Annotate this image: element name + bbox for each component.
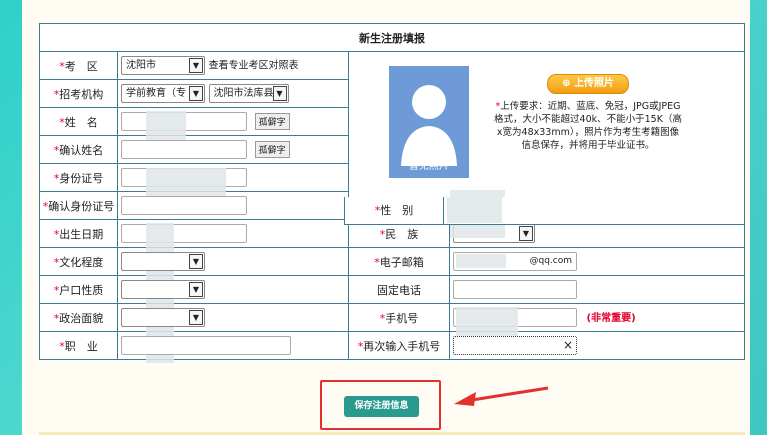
- form-title: 新生注册填报: [39, 23, 745, 52]
- institution-major-select[interactable]: 学前教育（专 ▼: [121, 84, 205, 103]
- household-label: *户口性质: [39, 275, 118, 304]
- education-label: *文化程度: [39, 247, 118, 276]
- birth-date-input[interactable]: [121, 224, 247, 243]
- photo-cell: 暂无照片 ⊕ 上传照片 *上传要求：近期、蓝底、免冠，JPG或JPEG格式，大小…: [348, 51, 745, 220]
- upload-requirements: *上传要求：近期、蓝底、免冠，JPG或JPEG格式，大小不能超过40k、不能小于…: [494, 101, 682, 151]
- exam-area-label: *考 区: [39, 51, 118, 80]
- redacted-area: [456, 254, 506, 268]
- mobile-confirm-input[interactable]: ×: [453, 336, 577, 355]
- political-label: *政治面貌: [39, 303, 118, 332]
- institution-label: *招考机构: [39, 79, 118, 108]
- political-select[interactable]: ▼: [121, 308, 205, 327]
- chevron-down-icon: ▼: [189, 254, 203, 269]
- gender-row: *性 别: [344, 197, 745, 225]
- upload-photo-button[interactable]: ⊕ 上传照片: [547, 74, 629, 94]
- clear-icon[interactable]: ×: [563, 337, 573, 354]
- occupation-label: *职 业: [39, 331, 118, 360]
- mobile-important-note: (非常重要): [586, 312, 636, 324]
- email-label: *电子邮箱: [348, 247, 450, 276]
- upload-icon: ⊕: [562, 78, 574, 89]
- exam-area-link[interactable]: 查看专业考区对照表: [209, 61, 299, 72]
- confirm-id-input[interactable]: [121, 196, 247, 215]
- mobile-label: *手机号: [348, 303, 450, 332]
- name-label: *姓 名: [39, 107, 118, 136]
- chevron-down-icon: ▼: [189, 310, 203, 325]
- chevron-down-icon: ▼: [519, 226, 533, 241]
- gender-label: *性 别: [344, 197, 444, 225]
- landline-input[interactable]: [453, 280, 577, 299]
- page-panel: 新生注册填报 *考 区 沈阳市▼ 查看专业考区对照表 暂无照片 ⊕ 上传照片: [22, 0, 750, 435]
- household-select[interactable]: ▼: [121, 280, 205, 299]
- arrow-left-icon: [454, 386, 549, 406]
- confirm-name-input[interactable]: [121, 140, 247, 159]
- occupation-input[interactable]: [121, 336, 291, 355]
- confirm-name-label: *确认姓名: [39, 135, 118, 164]
- education-select[interactable]: ▼: [121, 252, 205, 271]
- photo-preview: 暂无照片: [389, 66, 469, 178]
- registration-form: 新生注册填报 *考 区 沈阳市▼ 查看专业考区对照表 暂无照片 ⊕ 上传照片: [39, 23, 745, 363]
- redacted-area: [447, 197, 502, 223]
- save-registration-button[interactable]: 保存注册信息: [344, 396, 419, 417]
- rare-char-button[interactable]: 孤僻字: [254, 141, 290, 158]
- mobile-confirm-label: *再次输入手机号: [348, 331, 450, 360]
- chevron-down-icon: ▼: [189, 58, 203, 73]
- confirm-id-label: *确认身份证号: [39, 191, 118, 220]
- chevron-down-icon: ▼: [272, 86, 287, 101]
- chevron-down-icon: ▼: [189, 86, 203, 101]
- exam-area-select[interactable]: 沈阳市 ▼: [121, 56, 205, 75]
- id-number-label: *身份证号: [39, 163, 118, 192]
- photo-placeholder-text: 暂无照片: [409, 161, 449, 172]
- institution-site-select[interactable]: 沈阳市法库县 ▼: [208, 84, 289, 103]
- landline-label: 固定电话: [348, 275, 450, 304]
- chevron-down-icon: ▼: [189, 282, 203, 297]
- birth-date-label: *出生日期: [39, 219, 118, 248]
- gender-value-cell[interactable]: [444, 197, 745, 225]
- rare-char-button[interactable]: 孤僻字: [254, 113, 290, 130]
